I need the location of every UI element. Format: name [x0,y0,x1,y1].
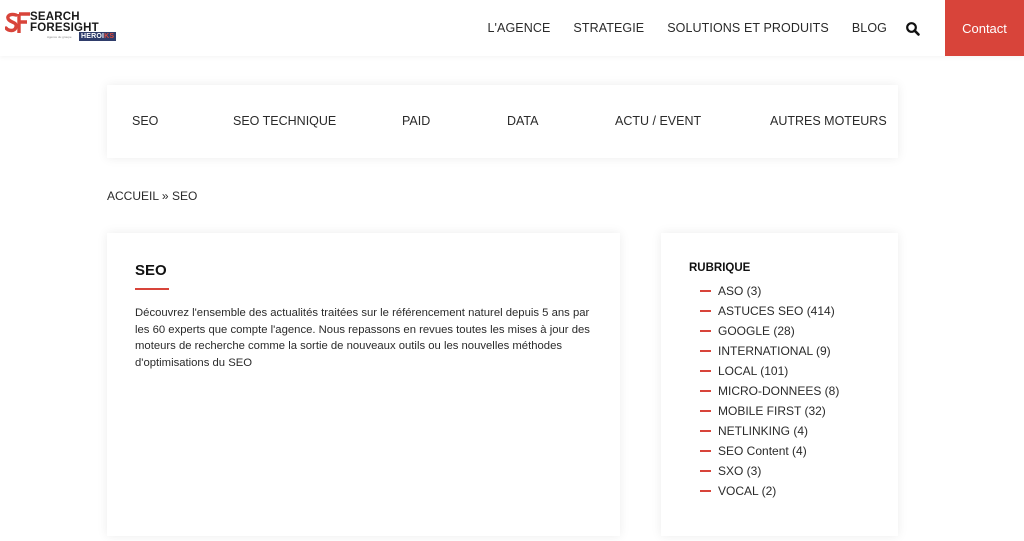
nav-item-blog[interactable]: BLOG [852,21,887,35]
title-underline [135,288,169,290]
logo-subtitle: Agence du groupe [47,35,72,39]
contact-button[interactable]: Contact [945,0,1024,56]
search-icon[interactable] [905,21,921,37]
category-autres-moteurs[interactable]: AUTRES MOTEURS [770,114,887,128]
rubrique-item-vocal[interactable]: VOCAL (2) [700,481,839,501]
category-nav: SEO SEO TECHNIQUE PAID DATA ACTU / EVENT… [107,85,898,158]
rubrique-item-international[interactable]: INTERNATIONAL (9) [700,341,839,361]
dash-icon [700,370,711,372]
category-actu-event[interactable]: ACTU / EVENT [615,114,701,128]
main-nav: L'AGENCE STRATEGIE SOLUTIONS ET PRODUITS… [487,0,1024,56]
rubrique-label: SEO Content (4) [718,444,807,458]
dash-icon [700,330,711,332]
logo-line-1: SEARCH [30,11,80,23]
category-seo-technique[interactable]: SEO TECHNIQUE [233,114,336,128]
rubrique-label: LOCAL (101) [718,364,789,378]
dash-icon [700,350,711,352]
dash-icon [700,310,711,312]
rubrique-item-micro-donnees[interactable]: MICRO-DONNEES (8) [700,381,839,401]
logo-badge: HEROIKS [79,32,117,41]
rubrique-label: MOBILE FIRST (32) [718,404,826,418]
dash-icon [700,410,711,412]
rubrique-list: ASO (3) ASTUCES SEO (414) GOOGLE (28) IN… [700,281,839,501]
rubrique-label: ASTUCES SEO (414) [718,304,835,318]
rubrique-label: GOOGLE (28) [718,324,795,338]
logo-sf-icon [5,12,30,33]
rubrique-item-sxo[interactable]: SXO (3) [700,461,839,481]
rubrique-item-astuces-seo[interactable]: ASTUCES SEO (414) [700,301,839,321]
rubrique-label: ASO (3) [718,284,762,298]
rubrique-sidebar: RUBRIQUE ASO (3) ASTUCES SEO (414) GOOGL… [661,233,898,536]
dash-icon [700,490,711,492]
rubrique-item-seo-content[interactable]: SEO Content (4) [700,441,839,461]
category-data[interactable]: DATA [507,114,538,128]
logo-text: SEARCH FORESIGHT [30,12,99,33]
category-seo[interactable]: SEO [132,114,158,128]
breadcrumb-current: SEO [171,189,198,203]
logo-badge-part1: HEROI [81,33,105,40]
sidebar-title: RUBRIQUE [689,262,751,274]
breadcrumb: ACCUEIL » SEO [107,189,197,203]
rubrique-label: INTERNATIONAL (9) [718,344,831,358]
nav-item-agence[interactable]: L'AGENCE [487,21,550,35]
dash-icon [700,470,711,472]
breadcrumb-home[interactable]: ACCUEIL [107,189,159,203]
category-intro-card: SEO Découvrez l'ensemble des actualités … [107,233,620,536]
dash-icon [700,390,711,392]
category-paid[interactable]: PAID [402,114,430,128]
logo[interactable]: SEARCH FORESIGHT Agence du groupe HEROIK… [5,11,117,45]
rubrique-item-aso[interactable]: ASO (3) [700,281,839,301]
nav-item-solutions[interactable]: SOLUTIONS ET PRODUITS [667,21,829,35]
page-title: SEO [135,262,167,279]
rubrique-label: MICRO-DONNEES (8) [718,384,840,398]
rubrique-label: NETLINKING (4) [718,424,809,438]
category-description: Découvrez l'ensemble des actualités trai… [135,307,590,370]
rubrique-item-netlinking[interactable]: NETLINKING (4) [700,421,839,441]
rubrique-item-local[interactable]: LOCAL (101) [700,361,839,381]
rubrique-label: SXO (3) [718,464,762,478]
dash-icon [700,290,711,292]
breadcrumb-separator: » [161,189,169,203]
rubrique-label: VOCAL (2) [718,484,777,498]
nav-item-strategie[interactable]: STRATEGIE [573,21,644,35]
dash-icon [700,450,711,452]
logo-badge-part2: KS [104,33,115,40]
site-header: SEARCH FORESIGHT Agence du groupe HEROIK… [0,0,1024,56]
rubrique-item-google[interactable]: GOOGLE (28) [700,321,839,341]
rubrique-item-mobile-first[interactable]: MOBILE FIRST (32) [700,401,839,421]
dash-icon [700,430,711,432]
